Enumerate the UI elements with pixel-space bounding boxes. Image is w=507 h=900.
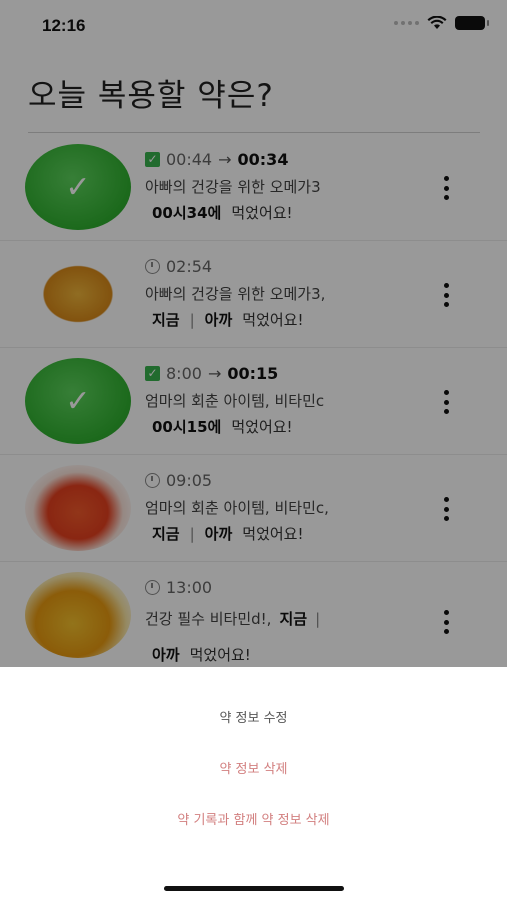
edit-medication-button[interactable]: 약 정보 수정 (0, 707, 507, 726)
action-sheet: 약 정보 수정 약 정보 삭제 약 기록과 함께 약 정보 삭제 (0, 667, 507, 900)
delete-medication-button[interactable]: 약 정보 삭제 (0, 758, 507, 777)
home-indicator (164, 886, 344, 891)
delete-medication-with-records-button[interactable]: 약 기록과 함께 약 정보 삭제 (0, 809, 507, 828)
